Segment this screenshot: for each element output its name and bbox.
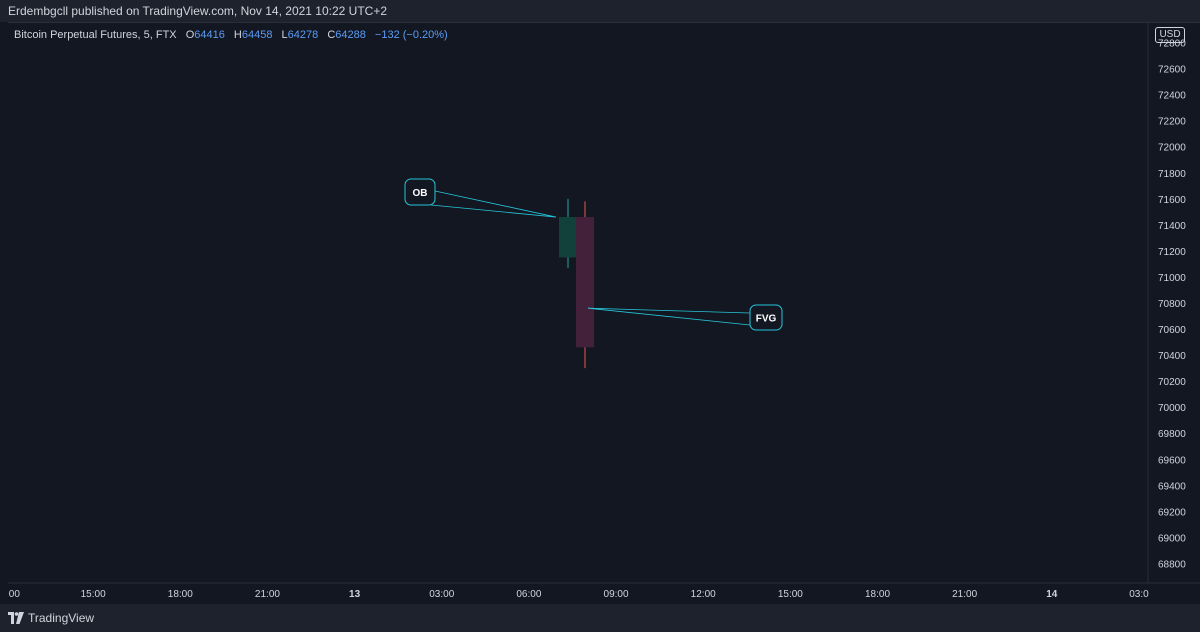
time-tick-label: 18:00	[865, 589, 890, 600]
close-value: 64288	[335, 29, 366, 41]
time-tick-label: :00	[8, 589, 20, 600]
price-tick-label: 70600	[1158, 325, 1186, 336]
symbol-legend: Bitcoin Perpetual Futures, 5, FTX O64416…	[14, 29, 448, 41]
publish-info: Erdembgcll published on TradingView.com,…	[8, 4, 388, 18]
price-tick-label: 71800	[1158, 169, 1186, 180]
price-tick-label: 69400	[1158, 481, 1186, 492]
time-tick-label: 13	[349, 589, 361, 600]
chart-area[interactable]: 7300072800726007240072200720007180071600…	[8, 22, 1200, 605]
price-tick-label: 72200	[1158, 117, 1186, 128]
price-tick-label: 71600	[1158, 195, 1186, 206]
symbol-title: Bitcoin Perpetual Futures, 5, FTX	[14, 29, 177, 41]
price-tick-label: 70400	[1158, 351, 1186, 362]
time-tick-label: 18:00	[168, 589, 193, 600]
time-tick-label: 15:00	[81, 589, 106, 600]
time-tick-label: 21:00	[952, 589, 977, 600]
fvg-annotation-pointer	[587, 307, 751, 326]
change-value: −132 (−0.20%)	[374, 29, 448, 41]
price-tick-label: 70000	[1158, 403, 1186, 414]
ob-annotation-pointer	[430, 190, 557, 218]
price-tick-label: 72000	[1158, 143, 1186, 154]
price-tick-label: 70800	[1158, 299, 1186, 310]
time-tick-label: 15:00	[778, 589, 803, 600]
footer-bar: TradingView	[0, 604, 1200, 632]
price-tick-label: 69600	[1158, 455, 1186, 466]
open-label: O	[185, 29, 195, 41]
ob-annotation-label: OB	[413, 188, 428, 199]
time-tick-label: 14	[1046, 589, 1058, 600]
price-tick-label: 68800	[1158, 559, 1186, 570]
price-tick-label: 71400	[1158, 221, 1186, 232]
time-tick-label: 12:00	[691, 589, 716, 600]
footer-brand: TradingView	[28, 611, 95, 625]
low-value: 64278	[287, 29, 319, 41]
price-tick-label: 71200	[1158, 247, 1186, 258]
time-tick-label: 21:00	[255, 589, 280, 600]
time-tick-label: 06:00	[516, 589, 541, 600]
price-tick-label: 69800	[1158, 429, 1186, 440]
price-tick-label: 72600	[1158, 65, 1186, 76]
price-chart[interactable]: 7300072800726007240072200720007180071600…	[8, 23, 1200, 605]
publish-header: Erdembgcll published on TradingView.com,…	[0, 0, 1200, 22]
candle-body[interactable]	[559, 217, 577, 258]
high-label: H	[233, 29, 242, 41]
time-tick-label: 09:00	[604, 589, 629, 600]
time-tick-label: 03:0	[1129, 589, 1149, 600]
price-tick-label: 71000	[1158, 273, 1186, 284]
time-tick-label: 03:00	[429, 589, 454, 600]
open-value: 64416	[194, 29, 225, 41]
currency-badge[interactable]: USD	[1155, 27, 1185, 43]
fvg-annotation-label: FVG	[756, 314, 777, 325]
candle-body[interactable]	[576, 217, 594, 348]
price-tick-label: 69000	[1158, 533, 1186, 544]
high-value: 64458	[241, 29, 273, 41]
tradingview-logo-icon	[8, 612, 24, 624]
price-tick-label: 69200	[1158, 507, 1186, 518]
price-tick-label: 70200	[1158, 377, 1186, 388]
price-tick-label: 72400	[1158, 91, 1186, 102]
